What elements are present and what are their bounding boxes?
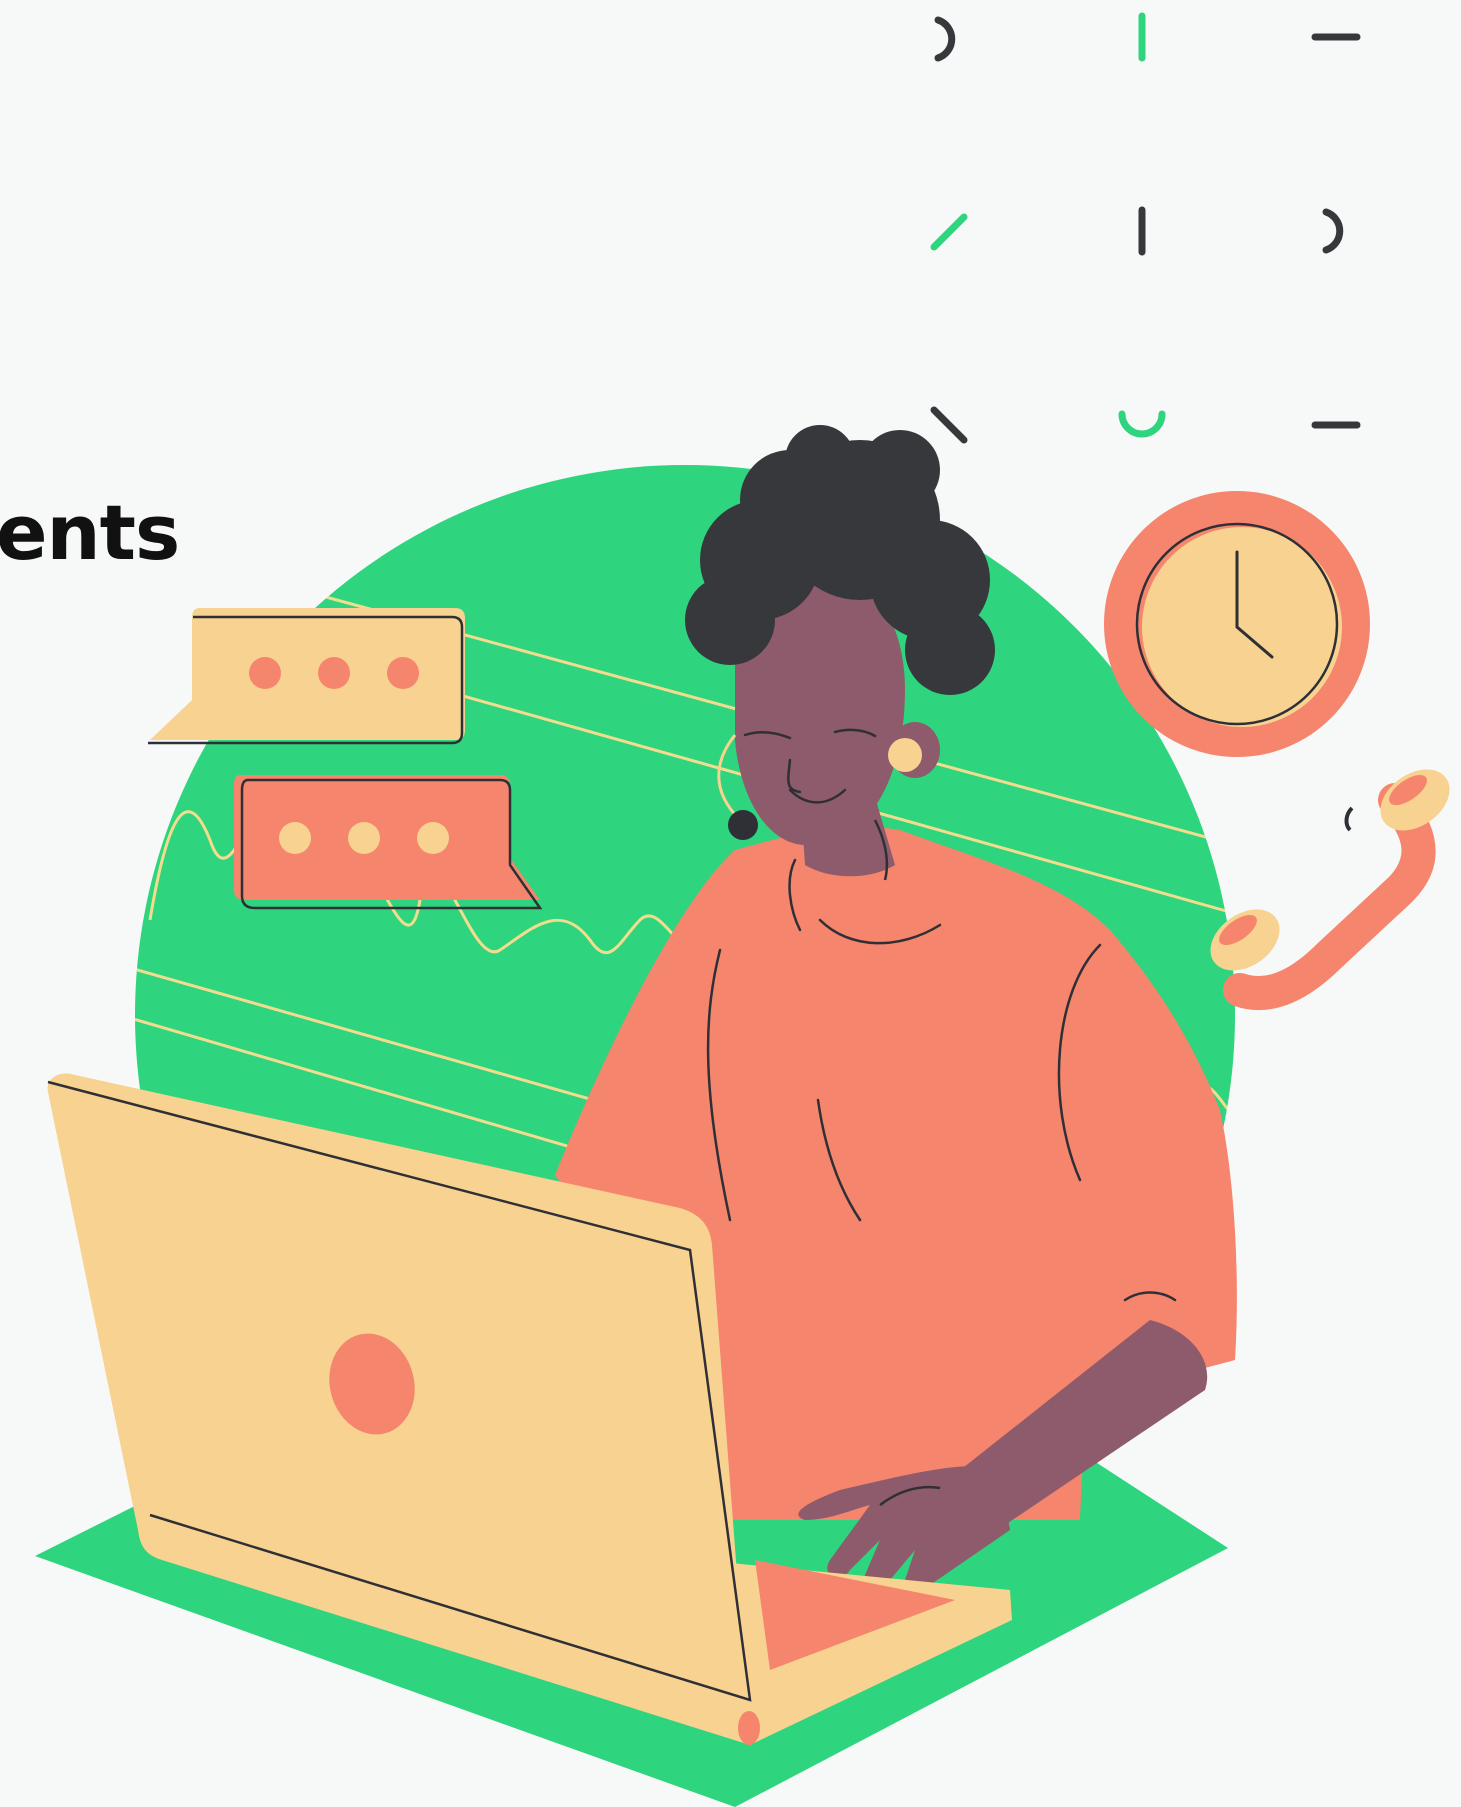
headset-mic-icon	[728, 810, 758, 840]
dash-icon	[930, 406, 968, 444]
chat-bubble-icon	[148, 608, 465, 745]
decorative-dashes	[930, 12, 1361, 444]
chat-bubble-icon	[234, 775, 543, 910]
phone-handset-icon	[1210, 769, 1450, 1011]
dash-icon	[930, 213, 968, 251]
dash-icon	[1118, 410, 1166, 438]
clock-icon	[1104, 491, 1370, 757]
support-agent-illustration	[35, 12, 1450, 1807]
dash-icon	[1322, 208, 1344, 254]
dash-icon	[934, 16, 956, 62]
page-root: ents	[0, 0, 1461, 1807]
